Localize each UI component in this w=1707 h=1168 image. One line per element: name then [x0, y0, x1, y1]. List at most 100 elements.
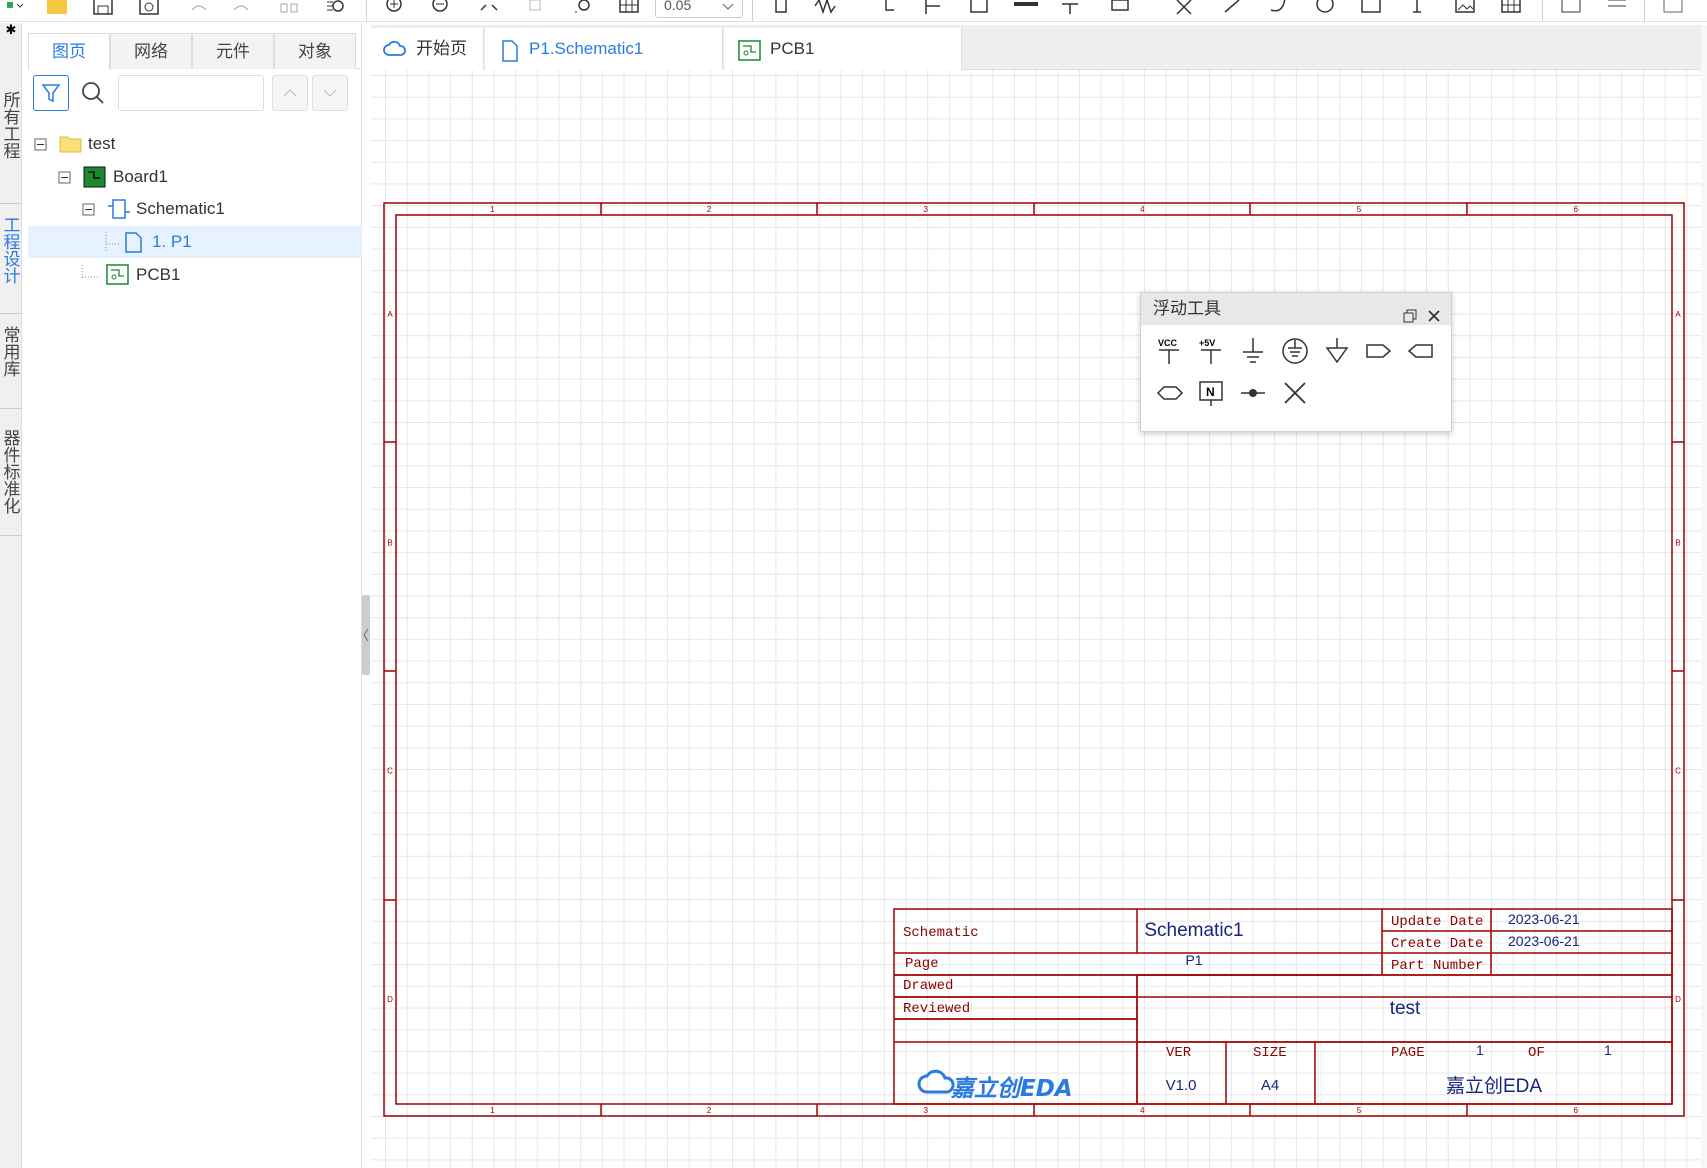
tab-all-projects[interactable]: 所有工程 — [0, 93, 22, 203]
cloud-icon — [383, 40, 406, 56]
of-label: OF — [1528, 1045, 1545, 1061]
save-icon[interactable] — [90, 0, 116, 18]
tab-nets[interactable]: 网络 — [110, 33, 192, 69]
plus5v-icon[interactable]: +5V — [1194, 334, 1228, 368]
collapse-icon[interactable] — [58, 171, 72, 185]
component-icon[interactable] — [276, 0, 302, 18]
new-project-icon[interactable] — [0, 0, 26, 18]
window-icon[interactable] — [1660, 0, 1686, 18]
row-label: B — [387, 538, 392, 547]
bus-icon[interactable] — [1012, 0, 1038, 18]
tree-item-schematic[interactable]: Schematic1 — [22, 193, 372, 225]
next-result-button[interactable] — [312, 75, 348, 111]
earth-icon[interactable] — [1278, 334, 1312, 368]
tab-label: PCB1 — [770, 39, 815, 58]
arc-icon[interactable] — [1266, 0, 1292, 18]
tree-item-label: PCB1 — [136, 265, 181, 284]
collapse-icon[interactable] — [82, 203, 96, 217]
column-label: 6 — [1573, 1106, 1578, 1115]
net-port-out-icon[interactable] — [1404, 334, 1438, 368]
zoom-out-icon[interactable] — [428, 0, 454, 18]
size-label: SIZE — [1253, 1045, 1287, 1061]
tab-pcb1[interactable]: PCB1 — [724, 28, 962, 70]
schematic-canvas[interactable]: 1 1 2 2 3 3 4 4 5 5 6 6 A A B B C C D D Schematic Schematic… — [371, 70, 1701, 1168]
zoom-select[interactable]: 0.05 — [655, 0, 743, 18]
schematic-icon — [108, 199, 130, 219]
resistor-icon[interactable] — [814, 0, 840, 18]
open-folder-icon[interactable] — [44, 0, 70, 18]
tab-pages[interactable]: 图页 — [28, 33, 110, 70]
pin-panel-icon[interactable]: ✱ — [0, 23, 22, 43]
search-input[interactable] — [118, 75, 264, 111]
chip-icon[interactable] — [768, 0, 794, 18]
netlabel-icon[interactable] — [966, 0, 992, 18]
history-icon[interactable] — [136, 0, 162, 18]
search-area-icon[interactable] — [570, 0, 596, 18]
tree-item-project[interactable]: test — [22, 128, 372, 160]
zoom-area-icon[interactable] — [524, 0, 550, 18]
junction-dot-icon[interactable] — [1236, 376, 1270, 410]
column-label: 4 — [1140, 1106, 1145, 1115]
search-icon[interactable] — [77, 77, 109, 109]
tab-project-design[interactable]: 工程设计 — [0, 218, 22, 308]
entry-icon[interactable] — [1110, 0, 1136, 18]
junction-icon[interactable] — [1060, 0, 1086, 18]
page-value: P1 — [1185, 952, 1202, 968]
fit-icon[interactable] — [476, 0, 502, 18]
image-icon[interactable] — [1452, 0, 1478, 18]
tab-label: P1.Schematic1 — [529, 39, 644, 58]
text-icon[interactable] — [1404, 0, 1430, 18]
prev-result-button[interactable] — [272, 75, 308, 111]
panel-splitter-handle[interactable] — [362, 595, 370, 675]
pin-icon[interactable] — [876, 0, 902, 18]
line-icon[interactable] — [1172, 0, 1198, 18]
row-label: B — [1675, 538, 1680, 547]
tab-p1-schematic[interactable]: P1.Schematic1 — [485, 28, 723, 70]
collapse-icon[interactable] — [34, 138, 48, 152]
vertical-scrollbar[interactable] — [1701, 25, 1707, 1168]
circle-icon[interactable] — [1312, 0, 1338, 18]
table-icon[interactable] — [1498, 0, 1524, 18]
grid-icon[interactable] — [616, 0, 642, 18]
tree-item-board[interactable]: Board1 — [22, 161, 372, 193]
panel-tabs: 图页 网络 元件 对象 — [28, 33, 360, 70]
restore-icon[interactable] — [1403, 302, 1417, 334]
redo-icon[interactable] — [228, 0, 254, 18]
row-label: C — [387, 767, 393, 776]
signal-ground-icon[interactable] — [1320, 334, 1354, 368]
undo-icon[interactable] — [186, 0, 212, 18]
tree-item-label: Schematic1 — [136, 199, 225, 218]
tool2-icon[interactable] — [1604, 0, 1630, 18]
line2-icon[interactable] — [1220, 0, 1246, 18]
tab-device-standardization[interactable]: 器件标准化 — [0, 431, 22, 531]
tab-objects[interactable]: 对象 — [274, 33, 356, 69]
no-connect-flag-icon[interactable]: N — [1194, 376, 1228, 410]
tab-components[interactable]: 元件 — [192, 33, 274, 69]
tree-item-label: Board1 — [113, 167, 168, 186]
find-icon[interactable] — [322, 0, 348, 18]
tab-start-page[interactable]: 开始页 — [371, 28, 484, 70]
tree-item-pcb[interactable]: PCB1 — [22, 259, 372, 291]
zoom-in-icon[interactable] — [382, 0, 408, 18]
floating-tools-panel[interactable]: 浮动工具 VCC +5V N — [1140, 292, 1452, 432]
document-tabs: 开始页 P1.Schematic1 PCB1 — [371, 25, 1707, 70]
vcc-icon[interactable]: VCC — [1152, 334, 1186, 368]
outer-frame — [383, 202, 1685, 1117]
column-label: 1 — [490, 205, 495, 214]
vertical-tab-char: 化 — [3, 497, 21, 517]
ground-icon[interactable] — [1236, 334, 1270, 368]
no-connect-icon[interactable] — [1278, 376, 1312, 410]
tab-common-library[interactable]: 常用库 — [0, 328, 22, 398]
flag-icon[interactable] — [920, 0, 946, 18]
net-port-bidi-icon[interactable] — [1152, 376, 1186, 410]
filter-button[interactable] — [33, 75, 69, 111]
tree-item-page[interactable]: 1. P1 — [28, 226, 362, 258]
floating-tools-header[interactable]: 浮动工具 — [1141, 293, 1451, 325]
rect-icon[interactable] — [1358, 0, 1384, 18]
net-port-in-icon[interactable] — [1362, 334, 1396, 368]
jlc-eda-logo: 嘉立创EDA — [917, 1069, 1073, 1102]
tool1-icon[interactable] — [1558, 0, 1584, 18]
close-icon[interactable] — [1427, 302, 1441, 334]
reviewed-label: Reviewed — [903, 1001, 970, 1017]
pcb-icon — [106, 264, 129, 285]
